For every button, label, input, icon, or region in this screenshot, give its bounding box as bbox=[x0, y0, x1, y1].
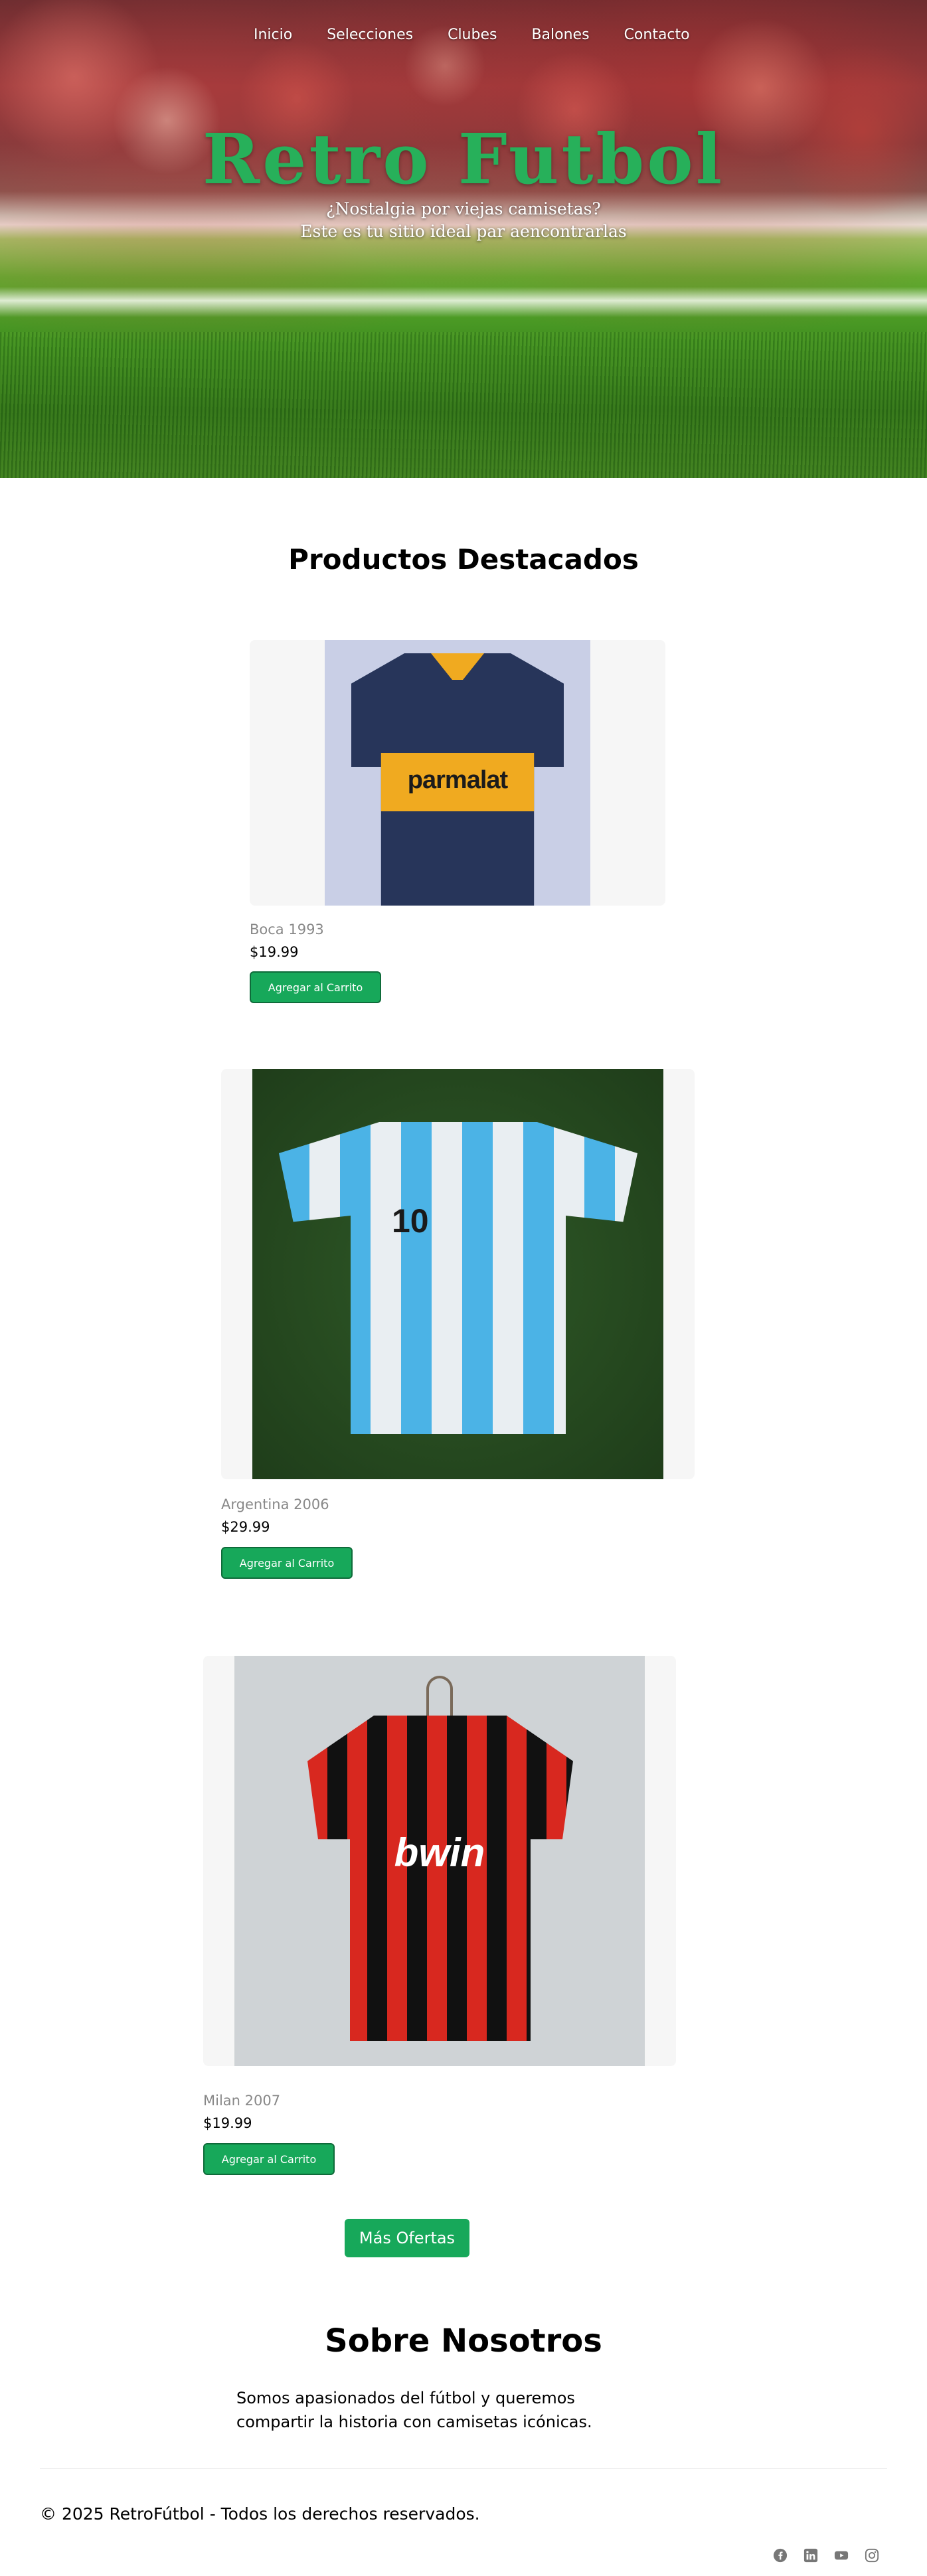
social-links bbox=[773, 2548, 879, 2563]
argentina-jersey-photo: 10 bbox=[252, 1069, 663, 1479]
youtube-icon[interactable] bbox=[834, 2548, 849, 2563]
about-text: Somos apasionados del fútbol y queremos … bbox=[236, 2389, 592, 2431]
add-to-cart-button[interactable]: Agregar al Carrito bbox=[203, 2143, 335, 2175]
facebook-icon[interactable] bbox=[773, 2548, 788, 2563]
product-name: Boca 1993 bbox=[250, 922, 324, 937]
nav-contacto[interactable]: Contacto bbox=[624, 27, 690, 43]
hero-subtitle: ¿Nostalgia por viejas camisetas? Este es… bbox=[0, 198, 927, 243]
pitch-line bbox=[0, 287, 927, 317]
hanger-icon bbox=[426, 1676, 453, 1716]
boca-sponsor-text: parmalat bbox=[407, 766, 508, 794]
milan-jersey-photo: bwin bbox=[234, 1656, 645, 2066]
more-offers-button[interactable]: Más Ofertas bbox=[345, 2219, 469, 2257]
product-price: $29.99 bbox=[221, 1519, 270, 1535]
nav-inicio[interactable]: Inicio bbox=[254, 27, 292, 43]
argentina-shirt-number: 10 bbox=[392, 1202, 429, 1240]
product-name: Milan 2007 bbox=[203, 2093, 281, 2109]
product-price: $19.99 bbox=[203, 2115, 252, 2131]
nav-selecciones[interactable]: Selecciones bbox=[327, 27, 413, 43]
nav-balones[interactable]: Balones bbox=[531, 27, 589, 43]
products-title: Productos Destacados bbox=[288, 543, 639, 576]
add-to-cart-button[interactable]: Agregar al Carrito bbox=[221, 1547, 353, 1579]
hero-subtitle-line-2: Este es tu sitio ideal par aencontrarlas bbox=[300, 222, 627, 241]
milan-shirt-body bbox=[307, 1716, 573, 2041]
hero-banner: Inicio Selecciones Clubes Balones Contac… bbox=[0, 0, 927, 478]
instagram-icon[interactable] bbox=[865, 2548, 879, 2563]
product-price: $19.99 bbox=[250, 944, 299, 960]
grass-background bbox=[0, 332, 927, 478]
product-image-boca[interactable]: parmalat bbox=[250, 640, 665, 906]
milan-sponsor-text: bwin bbox=[394, 1830, 485, 1875]
add-to-cart-button[interactable]: Agregar al Carrito bbox=[250, 971, 381, 1003]
product-image-milan[interactable]: bwin bbox=[203, 1656, 676, 2066]
footer-copyright: © 2025 RetroFútbol - Todos los derechos … bbox=[40, 2504, 480, 2524]
linkedin-icon[interactable] bbox=[803, 2548, 818, 2563]
product-name: Argentina 2006 bbox=[221, 1496, 329, 1512]
hero-subtitle-line-1: ¿Nostalgia por viejas camisetas? bbox=[326, 199, 601, 218]
product-image-argentina[interactable]: 10 bbox=[221, 1069, 695, 1479]
footer-divider bbox=[40, 2468, 887, 2469]
nav-clubes[interactable]: Clubes bbox=[448, 27, 497, 43]
site-title: Retro Futbol bbox=[202, 118, 725, 200]
about-title: Sobre Nosotros bbox=[325, 2322, 602, 2360]
argentina-shirt-body bbox=[279, 1122, 637, 1434]
boca-jersey-photo: parmalat bbox=[325, 640, 590, 906]
